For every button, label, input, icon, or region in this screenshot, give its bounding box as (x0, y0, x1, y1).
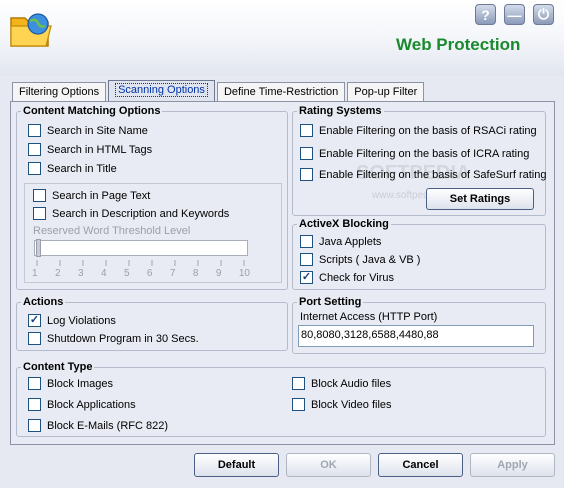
search-site-name-checkbox[interactable] (28, 124, 41, 137)
safesurf-checkbox[interactable] (300, 168, 313, 181)
tab-bar: Filtering Options Scanning Options Defin… (12, 80, 426, 102)
http-port-label: Internet Access (HTTP Port) (300, 311, 438, 323)
threshold-ticks (36, 260, 245, 266)
search-site-name-label: Search in Site Name (47, 124, 148, 137)
default-button[interactable]: Default (194, 453, 279, 477)
shutdown-checkbox[interactable] (28, 332, 41, 345)
tick-label: 2 (54, 268, 61, 279)
search-description-option[interactable]: Search in Description and Keywords (33, 207, 229, 220)
content-type-title: Content Type (23, 361, 93, 373)
tick-label: 3 (77, 268, 84, 279)
check-virus-checkbox[interactable]: ✓ (300, 271, 313, 284)
block-audio-checkbox[interactable] (292, 377, 305, 390)
set-ratings-button[interactable]: Set Ratings (426, 188, 534, 210)
tab-scanning-options[interactable]: Scanning Options (108, 80, 215, 102)
app-title: Web Protection (396, 35, 521, 54)
folder-globe-icon (8, 8, 54, 52)
power-button[interactable]: ⏻ (533, 4, 554, 25)
shutdown-label: Shutdown Program in 30 Secs. (47, 332, 199, 345)
block-applications-label: Block Applications (47, 398, 136, 411)
java-applets-option[interactable]: Java Applets (300, 235, 381, 248)
block-audio-option[interactable]: Block Audio files (292, 377, 391, 390)
icra-option[interactable]: Enable Filtering on the basis of ICRA ra… (300, 147, 529, 160)
threshold-slider-track[interactable] (34, 240, 248, 256)
java-applets-label: Java Applets (319, 235, 382, 248)
ok-button[interactable]: OK (286, 453, 371, 477)
scripts-option[interactable]: Scripts ( Java & VB ) (300, 253, 420, 266)
actions-title: Actions (23, 296, 64, 308)
rsaci-checkbox[interactable] (300, 124, 313, 137)
search-html-tags-label: Search in HTML Tags (47, 143, 153, 156)
threshold-tick-labels: 1 2 3 4 5 6 7 8 9 10 (32, 268, 250, 279)
icra-label: Enable Filtering on the basis of ICRA ra… (319, 147, 530, 160)
block-emails-option[interactable]: Block E-Mails (RFC 822) (28, 419, 168, 432)
block-video-label: Block Video files (311, 398, 392, 411)
block-emails-label: Block E-Mails (RFC 822) (47, 419, 169, 432)
tick-label: 8 (192, 268, 199, 279)
tick-label: 4 (100, 268, 107, 279)
port-setting-title: Port Setting (299, 296, 362, 308)
tab-filtering-options[interactable]: Filtering Options (12, 82, 107, 102)
log-violations-option[interactable]: ✓ Log Violations (28, 314, 116, 327)
search-page-text-option[interactable]: Search in Page Text (33, 189, 150, 202)
search-html-tags-checkbox[interactable] (28, 143, 41, 156)
http-port-input[interactable]: 80,8080,3128,6588,4480,88 (298, 325, 534, 347)
title-bar: ? — ⏻ Web Protection (0, 0, 564, 76)
tick-label: 6 (146, 268, 153, 279)
tick-label: 9 (215, 268, 222, 279)
threshold-slider-thumb[interactable] (36, 239, 41, 257)
tick-label: 5 (123, 268, 130, 279)
content-matching-title: Content Matching Options (23, 105, 161, 117)
scripts-checkbox[interactable] (300, 253, 313, 266)
block-applications-checkbox[interactable] (28, 398, 41, 411)
rsaci-label: Enable Filtering on the basis of RSACi r… (319, 124, 537, 137)
search-title-option[interactable]: Search in Title (28, 162, 117, 175)
block-audio-label: Block Audio files (311, 377, 392, 390)
safesurf-label: Enable Filtering on the basis of SafeSur… (319, 168, 547, 181)
java-applets-checkbox[interactable] (300, 235, 313, 248)
shutdown-option[interactable]: Shutdown Program in 30 Secs. (28, 332, 199, 345)
minimize-button[interactable]: — (504, 4, 525, 25)
block-emails-checkbox[interactable] (28, 419, 41, 432)
check-virus-option[interactable]: ✓ Check for Virus (300, 271, 394, 284)
block-images-checkbox[interactable] (28, 377, 41, 390)
cancel-button[interactable]: Cancel (378, 453, 463, 477)
search-description-label: Search in Description and Keywords (52, 207, 230, 220)
search-title-label: Search in Title (47, 162, 117, 175)
search-html-tags-option[interactable]: Search in HTML Tags (28, 143, 152, 156)
help-button[interactable]: ? (475, 4, 496, 25)
safesurf-option[interactable]: Enable Filtering on the basis of SafeSur… (300, 168, 546, 181)
search-title-checkbox[interactable] (28, 162, 41, 175)
tab-popup-filter[interactable]: Pop-up Filter (347, 82, 425, 102)
rating-systems-title: Rating Systems (299, 105, 382, 117)
apply-button[interactable]: Apply (470, 453, 555, 477)
tick-label: 7 (169, 268, 176, 279)
search-description-checkbox[interactable] (33, 207, 46, 220)
block-images-option[interactable]: Block Images (28, 377, 113, 390)
rsaci-option[interactable]: Enable Filtering on the basis of RSACi r… (300, 124, 537, 137)
log-violations-checkbox[interactable]: ✓ (28, 314, 41, 327)
block-video-option[interactable]: Block Video files (292, 398, 392, 411)
tab-scanning-options-label: Scanning Options (115, 83, 208, 97)
threshold-label: Reserved Word Threshold Level (33, 225, 191, 237)
tab-define-time-restriction[interactable]: Define Time-Restriction (216, 82, 346, 102)
search-page-text-label: Search in Page Text (52, 189, 151, 202)
tick-label: 1 (32, 268, 38, 279)
activex-title: ActiveX Blocking (299, 218, 389, 230)
search-site-name-option[interactable]: Search in Site Name (28, 124, 148, 137)
tick-label: 10 (238, 268, 250, 279)
log-violations-label: Log Violations (47, 314, 116, 327)
scripts-label: Scripts ( Java & VB ) (319, 253, 421, 266)
search-page-text-checkbox[interactable] (33, 189, 46, 202)
block-video-checkbox[interactable] (292, 398, 305, 411)
icra-checkbox[interactable] (300, 147, 313, 160)
check-virus-label: Check for Virus (319, 271, 394, 284)
block-applications-option[interactable]: Block Applications (28, 398, 136, 411)
block-images-label: Block Images (47, 377, 114, 390)
